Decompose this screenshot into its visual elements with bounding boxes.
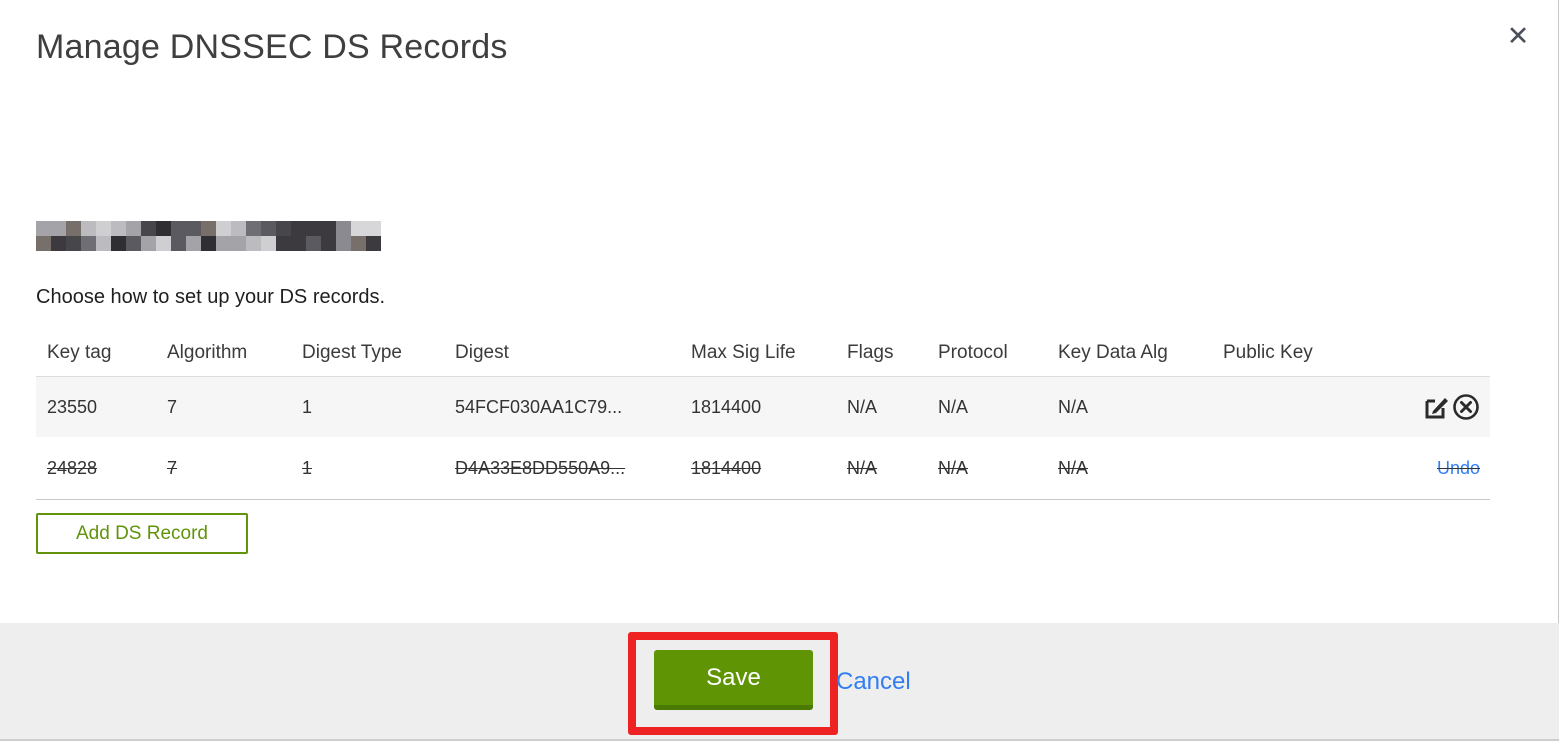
column-header-max-sig-life: Max Sig Life [691, 342, 796, 363]
cell-max-sig-life: 1814400 [691, 457, 762, 478]
cell-max-sig-life: 1814400 [691, 396, 762, 417]
cell-key-data-alg: N/A [1058, 396, 1089, 417]
screenshot-stage: Manage DNSSEC DS Records ✕ Choose how to… [0, 0, 1568, 746]
cell-flags: N/A [847, 396, 878, 417]
undo-link[interactable]: Undo [1437, 458, 1480, 479]
cell-algorithm: 7 [167, 396, 178, 417]
page-title: Manage DNSSEC DS Records [36, 28, 508, 66]
subtitle-text: Choose how to set up your DS records. [36, 286, 386, 308]
column-header-key-data-alg: Key Data Alg [1058, 342, 1168, 363]
close-icon[interactable]: ✕ [1500, 18, 1536, 54]
cancel-link[interactable]: Cancel [836, 668, 911, 696]
add-ds-record-button[interactable]: Add DS Record [36, 513, 248, 554]
cell-flags: N/A [847, 457, 878, 478]
cell-key-tag: 24828 [47, 457, 98, 478]
cell-key-tag: 23550 [47, 396, 98, 417]
row-actions: Undo [1415, 458, 1490, 479]
edit-icon[interactable] [1422, 393, 1450, 421]
cell-protocol: N/A [938, 457, 969, 478]
manage-dnssec-modal: Manage DNSSEC DS Records ✕ Choose how to… [0, 0, 1559, 741]
table-row: 23550 7 1 54FCF030AA1C79... 1814400 N/A … [36, 376, 1490, 437]
delete-icon[interactable] [1452, 393, 1480, 421]
cell-digest: D4A33E8DD550A9... [455, 457, 626, 478]
redacted-domain-name [36, 221, 386, 251]
save-button[interactable]: Save [654, 650, 813, 710]
column-header-public-key: Public Key [1223, 342, 1313, 363]
cell-digest-type: 1 [302, 457, 313, 478]
row-actions [1415, 393, 1490, 421]
column-header-algorithm: Algorithm [167, 342, 248, 363]
cell-digest: 54FCF030AA1C79... [455, 396, 623, 417]
ds-records-table: Key tag Algorithm Digest Type Digest Max… [36, 330, 1490, 500]
cell-protocol: N/A [938, 396, 969, 417]
column-header-digest: Digest [455, 342, 509, 363]
cell-algorithm: 7 [167, 457, 178, 478]
table-header-row: Key tag Algorithm Digest Type Digest Max… [36, 330, 1490, 376]
cell-digest-type: 1 [302, 396, 313, 417]
column-header-digest-type: Digest Type [302, 342, 402, 363]
column-header-protocol: Protocol [938, 342, 1008, 363]
column-header-key-tag: Key tag [47, 342, 112, 363]
modal-footer: Save Cancel [0, 623, 1559, 739]
table-row-deleted: 24828 7 1 D4A33E8DD550A9... 1814400 N/A … [36, 437, 1490, 500]
cell-key-data-alg: N/A [1058, 457, 1089, 478]
column-header-flags: Flags [847, 342, 894, 363]
